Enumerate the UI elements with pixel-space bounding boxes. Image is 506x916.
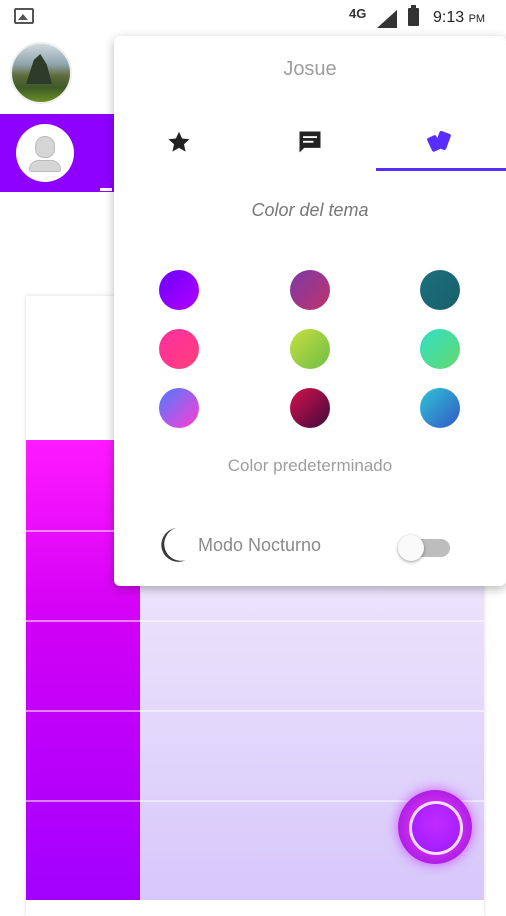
color-swatch-ocean-blue[interactable]	[420, 388, 460, 428]
star-icon	[168, 131, 190, 152]
color-swatch-pink-red[interactable]	[159, 329, 199, 369]
tab-indicator	[376, 168, 506, 171]
color-swatch-wine-dark[interactable]	[290, 388, 330, 428]
color-swatch-purple-violet[interactable]	[159, 270, 199, 310]
fab-inner-circle	[409, 801, 463, 855]
palette-cards-icon	[427, 130, 451, 152]
theme-color-heading: Color del tema	[251, 200, 369, 220]
floating-action-button[interactable]	[398, 790, 472, 864]
theme-popup: Josue Color del tema Color predeterminad…	[114, 36, 506, 586]
gallery-icon	[14, 8, 34, 24]
network-type: 4G	[349, 6, 367, 21]
profile-photo-avatar[interactable]	[10, 42, 72, 104]
clock: 9:13 PM	[433, 9, 485, 27]
color-swatch-dark-teal[interactable]	[420, 270, 460, 310]
signal-icon	[377, 10, 397, 28]
chat-bubble-icon	[299, 131, 321, 153]
color-swatch-crimson-purple[interactable]	[290, 270, 330, 310]
tab-messages[interactable]	[245, 114, 375, 170]
tab-favorites[interactable]	[114, 114, 244, 170]
user-placeholder-avatar[interactable]	[16, 124, 74, 182]
tab-theme[interactable]	[376, 114, 506, 170]
color-swatch-lime-green[interactable]	[290, 329, 330, 369]
clock-time: 9:13	[433, 9, 465, 26]
night-mode-toggle-knob[interactable]	[398, 535, 424, 561]
popup-tabs	[114, 114, 506, 170]
row-divider	[26, 620, 484, 622]
color-swatch-cyan-green[interactable]	[420, 329, 460, 369]
clock-ampm: PM	[468, 13, 486, 25]
default-color-button[interactable]: Color predeterminado	[114, 456, 506, 476]
drawer-divider	[100, 188, 112, 191]
battery-icon	[408, 5, 419, 26]
row-divider	[26, 710, 484, 712]
popup-user-name: Josue	[283, 58, 337, 80]
moon-icon	[161, 528, 186, 562]
color-swatch-blue-magenta[interactable]	[159, 388, 199, 428]
night-mode-label: Modo Nocturno	[198, 535, 322, 555]
status-bar: 4G 9:13 PM	[0, 0, 506, 34]
